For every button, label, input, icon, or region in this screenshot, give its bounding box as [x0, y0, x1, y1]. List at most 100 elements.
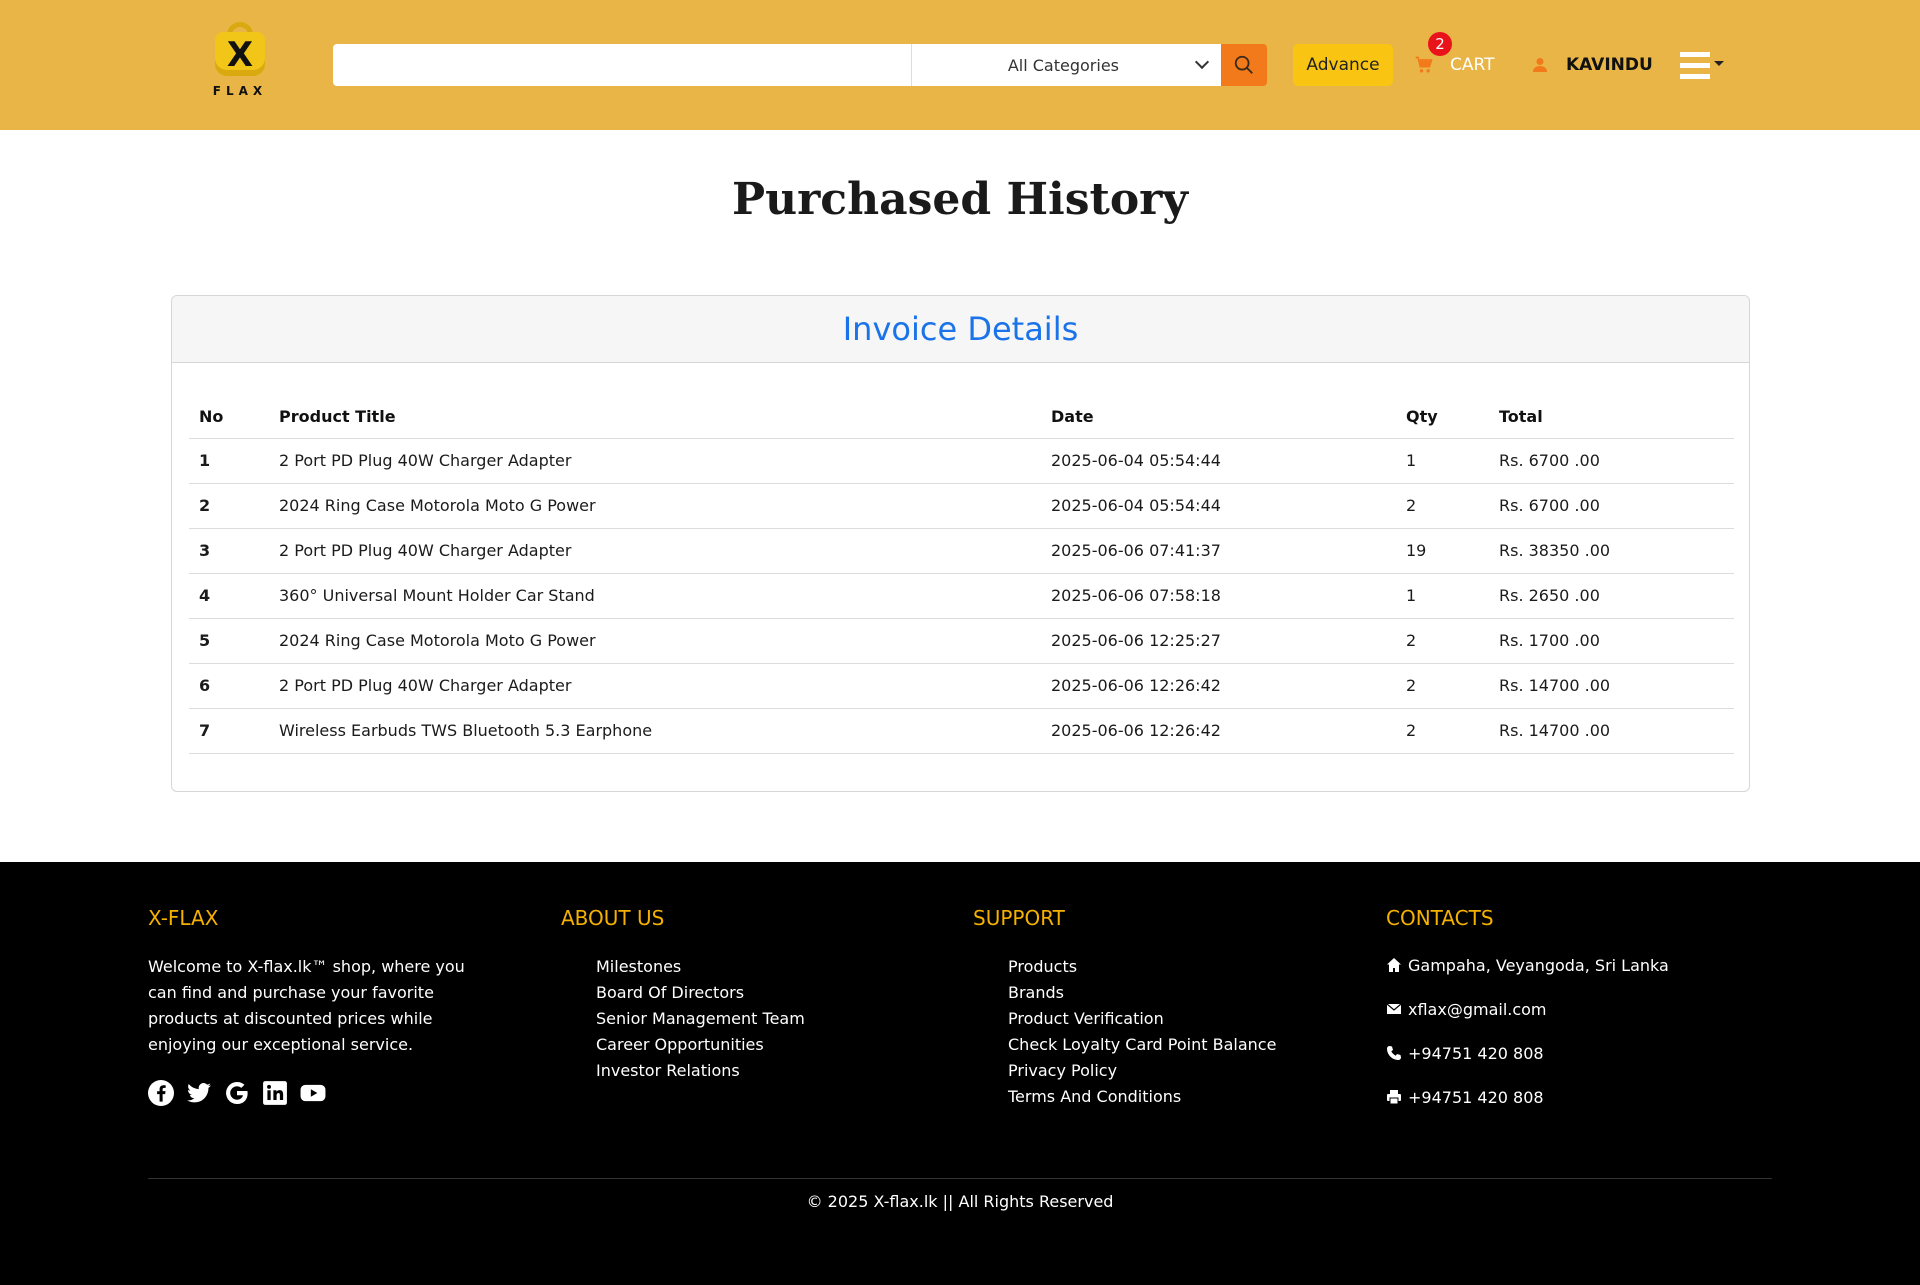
cell-no: 1 [189, 438, 269, 484]
copyright-text: © 2025 X-flax.lk || All Rights Reserved [806, 1192, 1114, 1211]
invoice-card-title: Invoice Details [842, 310, 1079, 348]
category-select[interactable]: All Categories [911, 44, 1221, 86]
search-button[interactable] [1221, 44, 1267, 86]
site-footer: X-FLAX Welcome to X-flax.lk™ shop, where… [0, 862, 1920, 1285]
contact-phone: +94751 420 808 [1386, 1042, 1669, 1064]
footer-brand-text: Welcome to X-flax.lk™ shop, where you ca… [148, 957, 465, 1054]
contact-email: xflax@gmail.com [1386, 998, 1669, 1020]
footer-link-loyalty-balance[interactable]: Check Loyalty Card Point Balance [1008, 1032, 1276, 1058]
footer-support-heading: SUPPORT [973, 906, 1065, 930]
table-header-row: No Product Title Date Qty Total [189, 396, 1734, 439]
cell-qty: 2 [1396, 663, 1489, 709]
cell-date: 2025-06-06 12:26:42 [1041, 663, 1396, 709]
cell-no: 7 [189, 708, 269, 754]
chevron-down-icon [1194, 54, 1210, 70]
cell-date: 2025-06-06 07:41:37 [1041, 528, 1396, 574]
cell-date: 2025-06-06 12:25:27 [1041, 618, 1396, 664]
hamburger-menu-icon [1680, 52, 1724, 79]
footer-link-terms[interactable]: Terms And Conditions [1008, 1084, 1276, 1110]
cell-date: 2025-06-04 05:54:44 [1041, 483, 1396, 529]
cart-link[interactable]: 2 CART [1414, 32, 1495, 86]
mail-icon [1386, 1003, 1402, 1014]
footer-link-career-opportunities[interactable]: Career Opportunities [596, 1032, 805, 1058]
footer-link-senior-management[interactable]: Senior Management Team [596, 1006, 805, 1032]
footer-link-brands[interactable]: Brands [1008, 980, 1276, 1006]
footer-about-heading: ABOUT US [561, 906, 665, 930]
footer-contacts-heading: CONTACTS [1386, 906, 1494, 930]
printer-icon [1387, 1090, 1401, 1105]
cell-qty: 2 [1396, 483, 1489, 529]
page-title: Purchased History [732, 174, 1188, 225]
advance-search-button[interactable]: Advance [1293, 44, 1393, 86]
cell-total: Rs. 6700 .00 [1489, 483, 1734, 529]
footer-support-column: SUPPORT Products Brands Product Verifica… [973, 906, 1276, 1110]
cart-label: CART [1450, 55, 1495, 75]
cell-total: Rs. 14700 .00 [1489, 708, 1734, 754]
user-name: KAVINDU [1566, 55, 1653, 75]
contact-address-text: Gampaha, Veyangoda, Sri Lanka [1408, 955, 1669, 975]
invoice-table: No Product Title Date Qty Total 1 2 Port… [189, 396, 1734, 754]
footer-brand-heading: X-FLAX [148, 906, 219, 930]
table-row: 5 2024 Ring Case Motorola Moto G Power 2… [189, 618, 1734, 664]
column-header-no: No [189, 396, 269, 439]
footer-link-milestones[interactable]: Milestones [596, 954, 805, 980]
footer-contacts-column: CONTACTS Gampaha, Veyangoda, Sri Lanka x… [1386, 906, 1669, 1130]
invoice-card-header: Invoice Details [172, 296, 1749, 363]
cell-qty: 1 [1396, 438, 1489, 484]
cell-product-title: Wireless Earbuds TWS Bluetooth 5.3 Earph… [269, 708, 1041, 754]
footer-about-links: Milestones Board Of Directors Senior Man… [561, 954, 805, 1084]
cell-product-title: 2 Port PD Plug 40W Charger Adapter [269, 528, 1041, 574]
table-row: 7 Wireless Earbuds TWS Bluetooth 5.3 Ear… [189, 708, 1734, 754]
footer-link-product-verification[interactable]: Product Verification [1008, 1006, 1276, 1032]
cell-product-title: 2024 Ring Case Motorola Moto G Power [269, 618, 1041, 664]
cell-date: 2025-06-06 12:26:42 [1041, 708, 1396, 754]
cell-no: 2 [189, 483, 269, 529]
footer-divider [148, 1178, 1772, 1179]
cell-qty: 19 [1396, 528, 1489, 574]
logo-text: FLAX [212, 84, 268, 98]
invoice-card: Invoice Details No Product Title Date Qt… [171, 295, 1750, 792]
cell-product-title: 2 Port PD Plug 40W Charger Adapter [269, 663, 1041, 709]
footer-link-board-of-directors[interactable]: Board Of Directors [596, 980, 805, 1006]
contact-email-text[interactable]: xflax@gmail.com [1408, 1000, 1547, 1019]
footer-brand-column: X-FLAX Welcome to X-flax.lk™ shop, where… [148, 906, 468, 1106]
social-links [148, 1080, 468, 1106]
cell-qty: 1 [1396, 573, 1489, 619]
footer-link-products[interactable]: Products [1008, 954, 1276, 980]
cart-count-badge: 2 [1428, 32, 1452, 56]
search-input[interactable] [333, 44, 911, 86]
table-row: 4 360° Universal Mount Holder Car Stand … [189, 573, 1734, 619]
youtube-icon[interactable] [300, 1080, 326, 1106]
cell-qty: 2 [1396, 708, 1489, 754]
home-icon [1387, 958, 1401, 972]
cell-date: 2025-06-04 05:54:44 [1041, 438, 1396, 484]
cell-total: Rs. 6700 .00 [1489, 438, 1734, 484]
cell-no: 4 [189, 573, 269, 619]
search-icon [1234, 55, 1253, 74]
menu-toggle-button[interactable] [1680, 52, 1726, 80]
cell-no: 5 [189, 618, 269, 664]
cart-icon [1415, 56, 1433, 73]
table-row: 6 2 Port PD Plug 40W Charger Adapter 202… [189, 663, 1734, 709]
column-header-total: Total [1489, 396, 1734, 439]
column-header-qty: Qty [1396, 396, 1489, 439]
footer-link-investor-relations[interactable]: Investor Relations [596, 1058, 805, 1084]
footer-link-privacy-policy[interactable]: Privacy Policy [1008, 1058, 1276, 1084]
linkedin-icon[interactable] [262, 1080, 288, 1106]
user-icon [1533, 58, 1547, 72]
google-icon[interactable] [224, 1080, 250, 1106]
cell-product-title: 2024 Ring Case Motorola Moto G Power [269, 483, 1041, 529]
cell-qty: 2 [1396, 618, 1489, 664]
contact-phone-text[interactable]: +94751 420 808 [1408, 1044, 1544, 1063]
category-selected-label: All Categories [1007, 55, 1119, 75]
cell-date: 2025-06-06 07:58:18 [1041, 573, 1396, 619]
user-account-link[interactable]: KAVINDU [1532, 44, 1653, 86]
contact-address: Gampaha, Veyangoda, Sri Lanka [1386, 954, 1669, 976]
facebook-icon[interactable] [148, 1080, 174, 1106]
table-row: 3 2 Port PD Plug 40W Charger Adapter 202… [189, 528, 1734, 574]
cell-total: Rs. 14700 .00 [1489, 663, 1734, 709]
twitter-icon[interactable] [186, 1080, 212, 1106]
site-logo[interactable]: X FLAX [205, 20, 275, 100]
cell-no: 3 [189, 528, 269, 574]
site-header: X FLAX All Categories Advance 2 CART KAV… [0, 0, 1920, 130]
